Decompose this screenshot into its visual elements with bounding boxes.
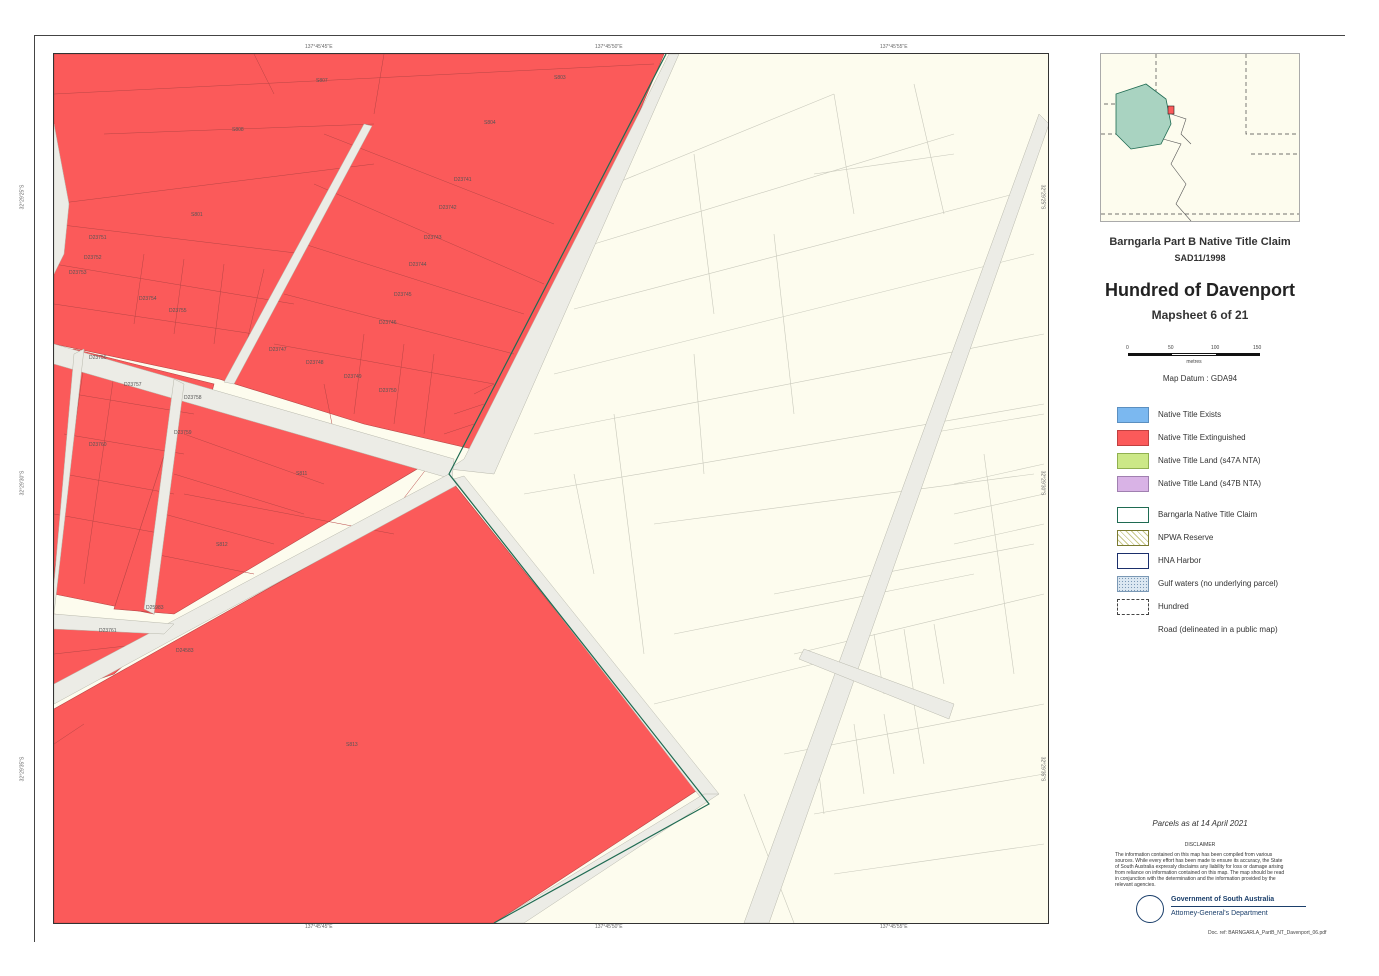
extinguished-parcels	[54, 54, 700, 923]
legend-swatch	[1117, 622, 1149, 638]
parcel-label: S803	[554, 75, 566, 81]
disclaimer-text: The information contained on this map ha…	[1115, 852, 1285, 888]
parcel-label: D23747	[269, 347, 287, 353]
grid-tick-bottom: 137°45'45"E	[305, 924, 333, 930]
parcel-label: D23746	[379, 320, 397, 326]
grid-tick-bottom: 137°45'50"E	[595, 924, 623, 930]
scale-segment	[1128, 353, 1172, 356]
parcel-label: D23761	[99, 628, 117, 634]
legend-swatch	[1117, 599, 1149, 615]
grid-tick-right: 32°29'30"S	[1039, 470, 1046, 496]
grid-tick-right: 32°29'25"S	[1039, 184, 1046, 210]
scale-segment	[1216, 353, 1260, 356]
legend-label: NPWA Reserve	[1158, 533, 1214, 542]
scale-label: 150	[1253, 345, 1262, 351]
parcel-label: D23760	[89, 442, 107, 448]
scale-label: 100	[1211, 345, 1220, 351]
map-frame[interactable]: S807 S808 S804 S803 S801 D23741 D23742 D…	[53, 53, 1049, 924]
parcel-label: S801	[191, 212, 203, 218]
claim-number: SAD11/1998	[1174, 253, 1226, 263]
legend-label: Barngarla Native Title Claim	[1158, 510, 1258, 519]
parcel-label: D24583	[176, 648, 194, 654]
parcel-label: D23755	[169, 308, 187, 314]
legend-label: Native Title Exists	[1158, 410, 1222, 419]
parcel-label: D23750	[379, 388, 397, 394]
parcel-label: S808	[232, 127, 244, 133]
grid-tick-top: 137°45'50"E	[595, 44, 623, 50]
map-datum: Map Datum : GDA94	[1162, 374, 1238, 383]
scale-segment	[1172, 353, 1216, 356]
legend-label: Native Title Extinguished	[1158, 433, 1246, 442]
document-reference: Doc. ref: BARNGARLA_PartB_NT_Davenport_0…	[1208, 930, 1327, 936]
legend-swatch	[1117, 507, 1149, 523]
inset-svg	[1101, 54, 1299, 221]
parcel-label: D23759	[174, 430, 192, 436]
legend-swatch	[1117, 576, 1149, 592]
grid-tick-right: 32°29'35"S	[1039, 756, 1046, 782]
legend-label: Road (delineated in a public map)	[1158, 625, 1278, 634]
disclaimer-title: DISCLAIMER	[1184, 842, 1216, 848]
parcel-label: D25983	[146, 605, 164, 611]
legend-swatch	[1117, 530, 1149, 546]
mapsheet-label: Mapsheet 6 of 21	[1151, 308, 1249, 322]
parcel-label: D23748	[306, 360, 324, 366]
scale-label: 50	[1168, 345, 1174, 351]
parcel-label: D23753	[69, 270, 87, 276]
parcel-label: D23741	[454, 177, 472, 183]
legend-label: HNA Harbor	[1158, 556, 1202, 565]
claim-title: Barngarla Part B Native Title Claim	[1109, 236, 1291, 248]
legend-label: Gulf waters (no underlying parcel)	[1158, 579, 1279, 588]
grid-tick-bottom: 137°45'55"E	[880, 924, 908, 930]
government-logo-block: Government of South Australia Attorney-G…	[1136, 893, 1316, 929]
legend-swatch	[1117, 407, 1149, 423]
parcel-label: D23752	[84, 255, 102, 261]
department-name: Attorney-General's Department	[1171, 910, 1268, 917]
state-seal-icon	[1136, 895, 1164, 923]
parcel-label: D23745	[394, 292, 412, 298]
parcel-label: D23757	[124, 382, 142, 388]
legend-label: Hundred	[1158, 602, 1189, 611]
legend-label: Native Title Land (s47B NTA)	[1158, 479, 1262, 488]
locality-inset-map[interactable]	[1100, 53, 1300, 222]
grid-tick-top: 137°45'55"E	[880, 44, 908, 50]
legend-swatch	[1117, 553, 1149, 569]
parcel-label: D23743	[424, 235, 442, 241]
scale-units: metres	[1186, 359, 1202, 365]
parcel-label: D23758	[184, 395, 202, 401]
grid-tick-left: 32°29'25"S	[19, 184, 26, 210]
parcels-date: Parcels as at 14 April 2021	[1152, 819, 1248, 828]
parcel-label: S812	[216, 542, 228, 548]
parcel-label: D23754	[139, 296, 157, 302]
parcel-label: S811	[296, 471, 308, 477]
legend-swatch	[1117, 453, 1149, 469]
parcel-label: S807	[316, 78, 328, 84]
parcel-label: S813	[346, 742, 358, 748]
parcel-label: S804	[484, 120, 496, 126]
government-name: Government of South Australia	[1171, 896, 1275, 903]
parcel-label: D23751	[89, 235, 107, 241]
parcel-label: D23749	[344, 374, 362, 380]
parcel-label: D23744	[409, 262, 427, 268]
scale-label: 0	[1126, 345, 1129, 351]
legend-panel: Barngarla Part B Native Title Claim SAD1…	[1090, 50, 1340, 950]
grid-tick-left: 32°29'30"S	[19, 470, 26, 496]
legend-swatch	[1117, 476, 1149, 492]
hundred-title: Hundred of Davenport	[1104, 280, 1295, 300]
legend-label: Native Title Land (s47A NTA)	[1158, 456, 1261, 465]
legend-swatch	[1117, 430, 1149, 446]
parcel-label: D23756	[89, 355, 107, 361]
parcel-label: D23742	[439, 205, 457, 211]
parcel-map: S807 S808 S804 S803 S801 D23741 D23742 D…	[54, 54, 1048, 923]
scale-bar: 0 50 100 150 metres	[1126, 345, 1262, 365]
divider	[1171, 906, 1306, 907]
grid-tick-left: 32°29'35"S	[19, 756, 26, 782]
grid-tick-top: 137°45'45"E	[305, 44, 333, 50]
